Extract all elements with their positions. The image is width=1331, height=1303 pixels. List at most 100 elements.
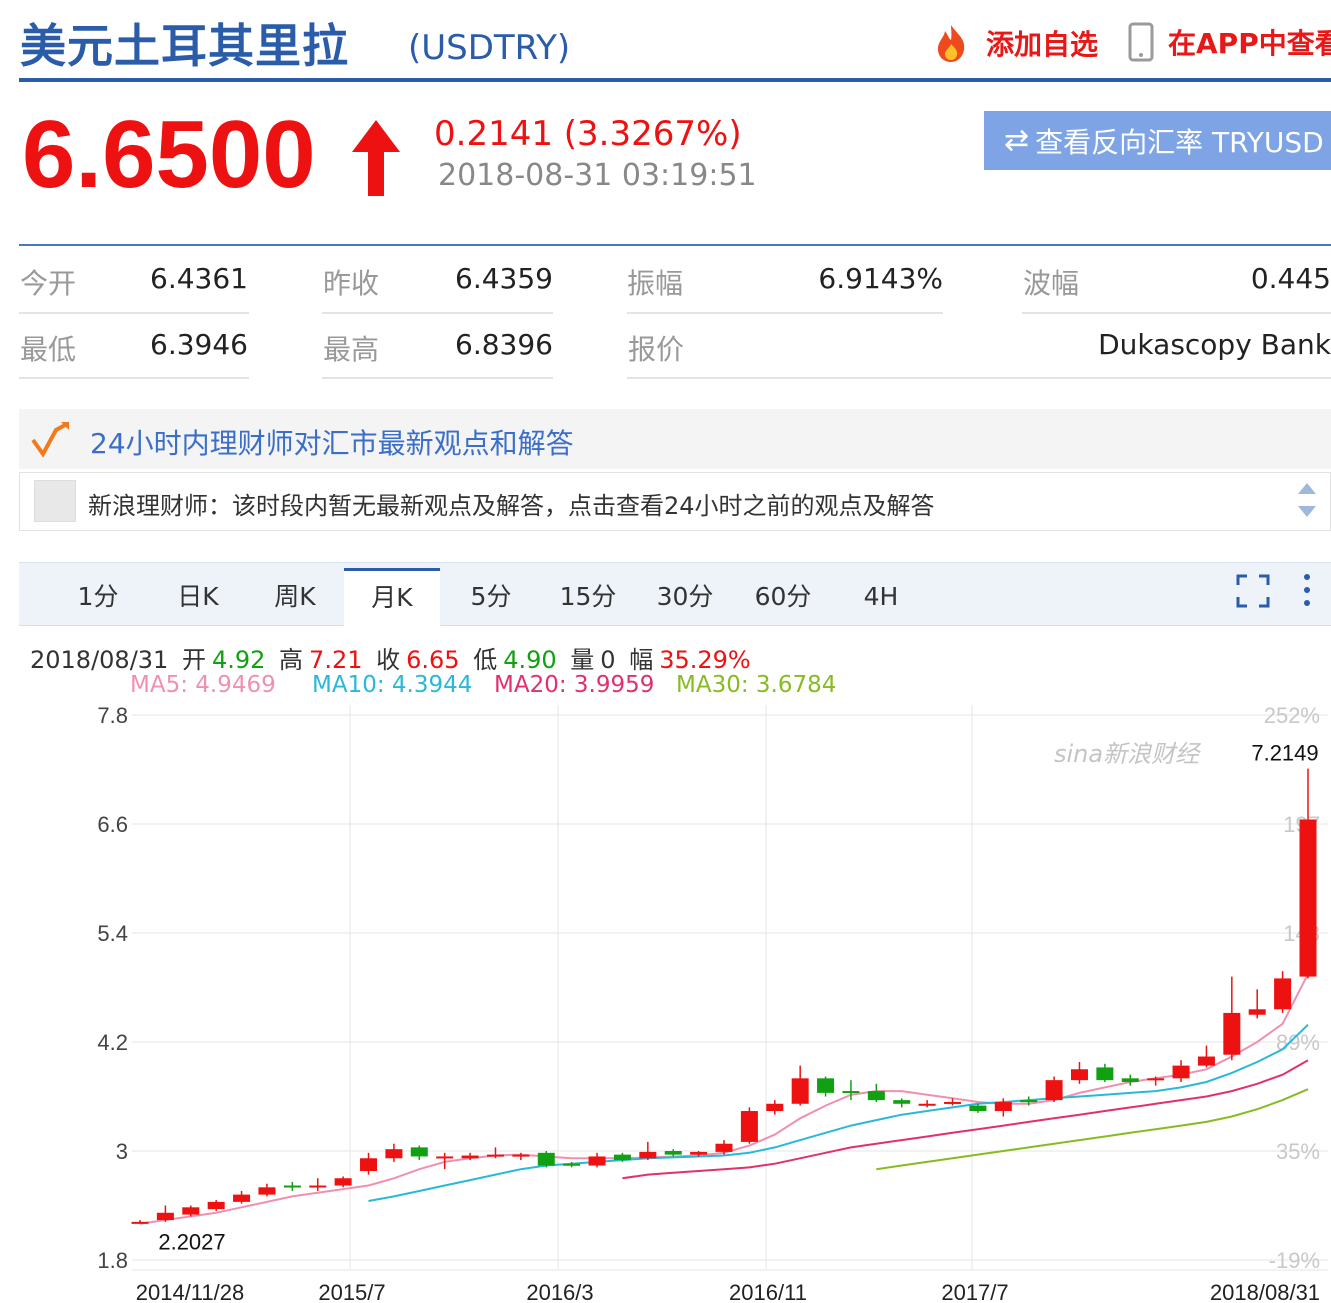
tab-daily[interactable]: 日K [155,570,241,624]
quote-source-value: Dukascopy Bank [1098,328,1331,361]
tab-15min[interactable]: 15分 [545,570,631,624]
open-label: 今开 [20,267,77,300]
x-tick-label: 2018/08/31 [1210,1280,1320,1303]
x-tick-label: 2017/7 [941,1280,1008,1303]
advisor-title[interactable]: 24小时内理财师对汇市最新观点和解答 [90,422,574,462]
candle-body [715,1143,733,1152]
reverse-rate-button[interactable]: ⇄ 查看反向汇率 TRYUSD [984,111,1331,170]
phone-icon [1128,22,1154,62]
high-value: 7.21 [309,646,363,674]
reverse-rate-label: 查看反向汇率 TRYUSD [1035,125,1324,159]
price-change: 0.2141 (3.3267%) [434,114,742,154]
candle-body [207,1201,225,1210]
open-label: 开 [181,646,206,674]
avatar [34,480,76,522]
candle-body [1121,1078,1139,1082]
y-tick-label: 1.8 [97,1248,128,1273]
divider [627,312,943,314]
page-title: 美元土耳其里拉 [20,19,349,73]
ma-line-ma20 [622,1059,1309,1180]
tab-60min[interactable]: 60分 [740,570,826,624]
high-label: 最高 [323,333,380,366]
tab-weekly[interactable]: 周K [252,570,338,624]
kline-chart[interactable]: 7.8252%6.61975.41434.289%335%1.8-19%2014… [0,695,1331,1303]
currency-code: (USDTRY) [408,28,571,68]
x-tick-label: 2015/7 [318,1280,385,1303]
app-view-label: 在APP中查看 [1168,27,1331,60]
tab-5min[interactable]: 5分 [448,570,534,624]
candle-body [817,1078,835,1093]
divider [19,377,249,379]
close-label: 收 [376,646,401,674]
add-watchlist-button[interactable]: 添加自选 [930,22,1098,64]
candle-body [740,1111,758,1142]
ohlc-date: 2018/08/31 [30,646,169,674]
candle-body [385,1149,403,1159]
candle-body [486,1154,504,1157]
candle-body [1197,1056,1215,1066]
ohlc-readout: 2018/08/31 开 4.92 高 7.21 收 6.65 低 4.90 量0 幅3… [30,640,757,675]
volume-value: 0 [600,646,616,674]
candle-body [537,1152,555,1166]
divider [322,377,553,379]
open-value: 6.4361 [150,262,248,295]
candle-body [1020,1100,1038,1103]
tab-monthly[interactable]: 月K [344,568,440,628]
divider [1022,312,1331,314]
wave-label: 波幅 [1023,267,1080,300]
y-tick-label: 6.6 [97,812,128,837]
quote-source-label: 报价 [628,333,685,366]
candle-body [436,1156,454,1159]
app-view-button[interactable]: 在APP中查看 [1128,22,1331,62]
current-price: 6.6500 [22,101,316,208]
candle-body [283,1185,301,1188]
trend-check-icon [31,422,69,458]
fullscreen-icon[interactable] [1236,574,1270,608]
candle-body [512,1154,530,1157]
candle-body [918,1103,936,1106]
volume-label: 量 [570,646,595,674]
low-label: 低 [473,646,498,674]
pct-tick-label: 252% [1264,703,1320,728]
scroll-arrows-icon[interactable] [1296,480,1318,520]
candle-body [1248,1009,1266,1015]
range-label: 幅 [629,646,654,674]
x-tick-label: 2016/3 [526,1280,593,1303]
max-annotation: 7.2149 [1251,741,1318,766]
min-annotation: 2.2027 [158,1230,225,1255]
prev-close-value: 6.4359 [455,262,553,295]
candle-body [994,1101,1012,1112]
quote-timestamp: 2018-08-31 03:19:51 [438,158,757,193]
y-tick-label: 3 [116,1139,128,1164]
candle-body [461,1155,479,1159]
swap-icon: ⇄ [1004,123,1030,158]
y-tick-label: 5.4 [97,921,128,946]
ma-line-ma10 [368,1023,1309,1202]
candle-body [867,1091,885,1101]
tab-4h[interactable]: 4H [838,570,924,624]
more-options-icon[interactable] [1300,572,1314,608]
advisor-message[interactable]: 新浪理财师：该时段内暂无最新观点及解答，点击查看24小时之前的观点及解答 [88,486,935,521]
wave-value: 0.445 [1250,262,1331,295]
low-label: 最低 [20,333,77,366]
high-value: 6.8396 [455,328,553,361]
header-divider [19,78,1331,82]
tab-1min[interactable]: 1分 [55,570,141,624]
candle-body [613,1154,631,1161]
candle-body [1147,1078,1165,1081]
x-tick-label: 2016/11 [729,1280,807,1303]
amplitude-label: 振幅 [627,267,684,300]
candle-body [156,1212,174,1221]
candle-body [563,1163,581,1166]
open-value: 4.92 [211,646,266,674]
ma-line-ma30 [876,1088,1309,1171]
tab-30min[interactable]: 30分 [642,570,728,624]
candle-body [791,1078,809,1104]
amplitude-value: 6.9143% [818,262,943,295]
sina-watermark: sina新浪财经 [1054,740,1200,768]
divider [627,377,1331,379]
candle-body [334,1178,352,1186]
range-value: 35.29% [659,646,751,674]
candle-body [182,1207,200,1215]
candle-body [131,1221,149,1224]
